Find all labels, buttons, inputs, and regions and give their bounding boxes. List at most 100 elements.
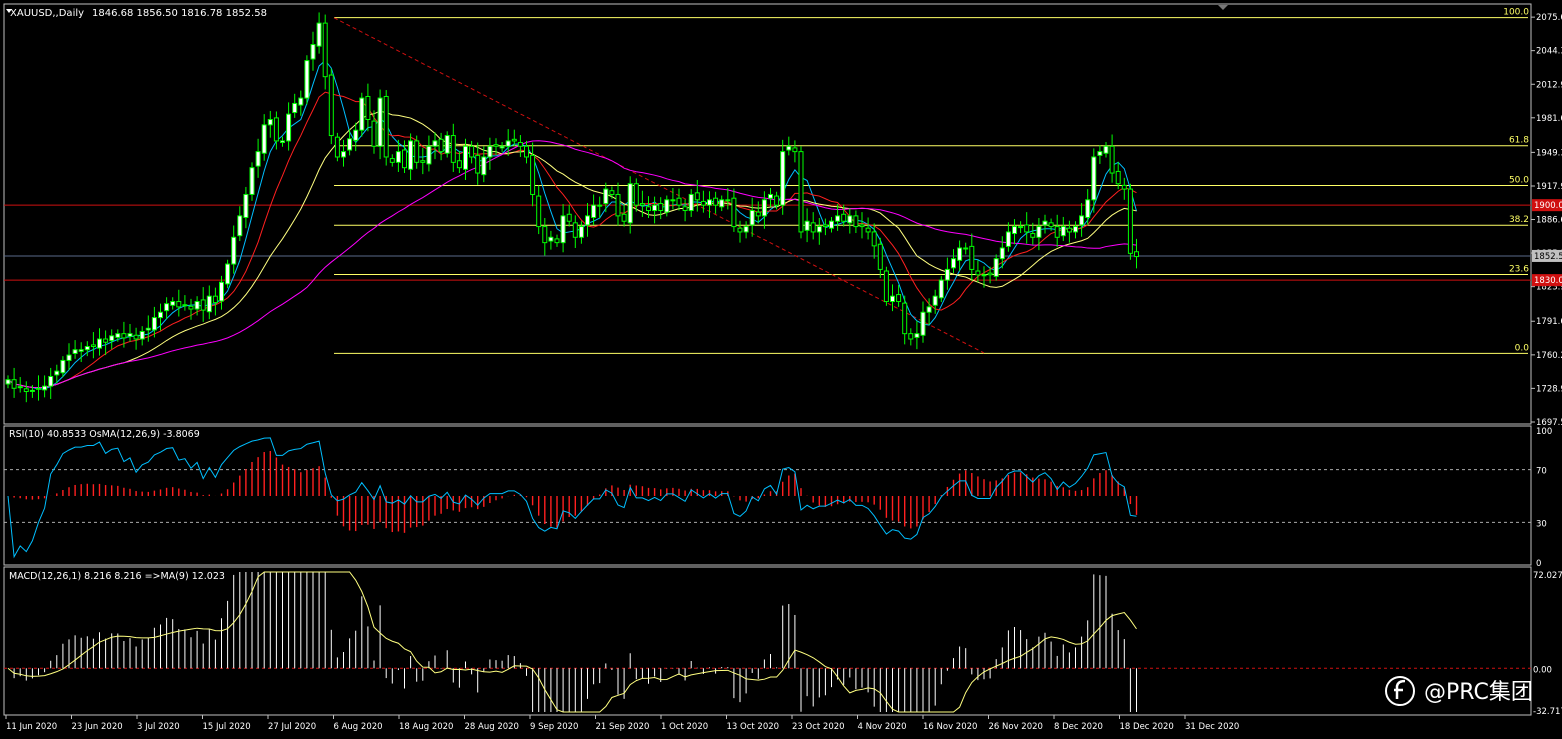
candle — [90, 344, 96, 348]
candle — [1097, 151, 1103, 156]
candle — [658, 203, 664, 212]
candle — [365, 95, 371, 121]
candle — [768, 193, 773, 199]
candle — [707, 199, 712, 206]
candle — [103, 338, 109, 343]
candle — [493, 144, 499, 147]
macd-panel[interactable]: MACD(12,26,1) 8.216 8.216 =>MA(9) 12.023 — [3, 566, 1532, 716]
level-badge-1: 1830.0 — [1534, 276, 1562, 286]
candle — [145, 327, 151, 331]
x-tick-label: 31 Dec 2020 — [1185, 722, 1239, 732]
candle — [932, 295, 938, 306]
candle — [725, 199, 731, 202]
candle — [646, 206, 651, 212]
y-tick-label: 1981.6 — [1536, 114, 1562, 124]
candle — [896, 294, 902, 303]
candle — [11, 379, 17, 389]
x-tick-label: 6 Aug 2020 — [334, 722, 383, 732]
candle — [920, 311, 926, 336]
candle — [475, 154, 481, 174]
candle — [1103, 145, 1109, 154]
candle — [591, 204, 597, 218]
x-tick-label: 1 Oct 2020 — [661, 722, 708, 732]
price-panel[interactable]: 100.0 61.8 50.0 38.2 23.6 0.0 XAUUSD,,Daily 1… — [3, 3, 1532, 425]
candle — [1079, 215, 1085, 226]
candle — [139, 331, 145, 340]
x-tick-label: 9 Sep 2020 — [530, 722, 578, 732]
candle — [151, 317, 157, 331]
trading-chart[interactable]: 100.0 61.8 50.0 38.2 23.6 0.0 XAUUSD,,Daily 1… — [0, 0, 1562, 739]
candle — [749, 210, 755, 226]
candle — [755, 211, 761, 217]
candle — [627, 183, 633, 224]
macd-tick-label: 0.00 — [1533, 665, 1552, 675]
macd-title: MACD(12,26,1) 8.216 8.216 =>MA(9) 12.023 — [9, 571, 225, 582]
candle — [999, 247, 1005, 260]
candle — [267, 119, 273, 126]
symbol-header: XAUUSD,,Daily — [10, 8, 84, 19]
y-tick-label: 2044.3 — [1536, 47, 1562, 57]
y-tick-label: 1728.9 — [1536, 384, 1562, 394]
candle — [280, 140, 285, 144]
candle — [225, 263, 231, 285]
candle — [456, 160, 462, 169]
macd-panel-frame — [3, 566, 1532, 716]
x-tick-label: 18 Dec 2020 — [1120, 722, 1174, 732]
candle — [377, 97, 383, 147]
macd-tick-label: -32.717 — [1533, 707, 1562, 717]
candle — [328, 74, 334, 137]
candle — [255, 151, 261, 167]
x-tick-label: 8 Dec 2020 — [1054, 722, 1103, 732]
candle — [1024, 224, 1030, 233]
candle — [341, 151, 346, 158]
candle — [682, 206, 688, 212]
candle — [444, 135, 450, 154]
candle — [835, 215, 841, 222]
candle — [633, 183, 639, 206]
candle — [926, 306, 932, 313]
candle — [517, 142, 523, 147]
candle — [530, 154, 536, 195]
candle — [1005, 231, 1011, 247]
candle — [249, 167, 255, 195]
candle — [1127, 188, 1133, 254]
candle — [23, 388, 29, 392]
rsi-tick-label: 70 — [1536, 467, 1547, 477]
candle — [908, 333, 914, 340]
rsi-tick-label: 100 — [1536, 427, 1552, 437]
candle — [853, 215, 859, 228]
watermark-text: @PRC集团 — [1424, 680, 1533, 705]
candle — [993, 258, 999, 277]
candle — [975, 270, 981, 276]
candle — [865, 227, 871, 233]
candle — [816, 226, 822, 233]
fib-label-5: 0.0 — [1515, 343, 1530, 353]
candle — [97, 338, 102, 349]
candle — [212, 295, 218, 304]
candle — [292, 102, 298, 114]
candle — [170, 301, 176, 306]
candle — [29, 389, 35, 392]
y-tick-label: 1791.6 — [1536, 317, 1562, 327]
candle — [231, 236, 237, 265]
candle — [115, 333, 121, 338]
candle — [347, 138, 353, 151]
candle — [1085, 199, 1091, 218]
candle — [542, 226, 548, 244]
candle — [304, 60, 310, 99]
rsi-panel[interactable]: RSI(10) 40.8533 OsMA(12,26,9) -3.8069 — [3, 425, 1532, 566]
candle — [359, 97, 365, 131]
candle — [829, 220, 834, 229]
x-tick-label: 4 Nov 2020 — [858, 722, 907, 732]
candle — [841, 213, 847, 222]
candle — [389, 158, 395, 163]
candle — [957, 247, 963, 261]
y-tick-label: 1760.2 — [1536, 351, 1562, 361]
candle — [938, 279, 944, 299]
y-tick-label: 2012.9 — [1536, 80, 1562, 90]
candle — [5, 379, 11, 385]
candle — [737, 227, 743, 233]
level-badge-0: 1900.0 — [1534, 201, 1562, 211]
candle — [969, 245, 975, 270]
candle — [219, 281, 224, 302]
